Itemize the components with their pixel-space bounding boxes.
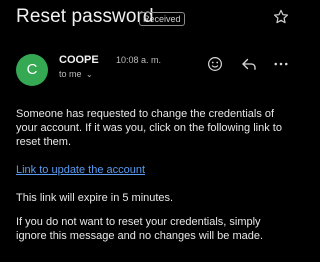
sender-row: C COOPE 10:08 a. m. to me ⌄	[16, 53, 290, 86]
body-paragraph-ignore: If you do not want to reset your credent…	[16, 216, 264, 242]
email-subject: Reset password	[16, 6, 154, 27]
star-icon[interactable]	[272, 8, 290, 26]
more-icon[interactable]	[272, 55, 290, 73]
avatar[interactable]: C	[16, 54, 48, 86]
recipient-toggle[interactable]: to me ⌄	[59, 69, 93, 79]
sender-name: COOPE	[59, 54, 99, 66]
emoji-icon[interactable]	[206, 55, 224, 73]
subject-row: Reset password Received	[16, 6, 290, 30]
reply-icon[interactable]	[240, 55, 258, 73]
received-label-chip[interactable]: Received	[139, 12, 185, 26]
chevron-down-icon: ⌄	[86, 70, 93, 79]
body-paragraph-intro: Someone has requested to change the cred…	[16, 108, 282, 148]
update-account-link[interactable]: Link to update the account	[16, 163, 145, 177]
recipient-label: to me	[59, 69, 82, 79]
sent-time: 10:08 a. m.	[116, 55, 162, 65]
body-paragraph-expiry: This link will expire in 5 minutes.	[16, 192, 174, 204]
